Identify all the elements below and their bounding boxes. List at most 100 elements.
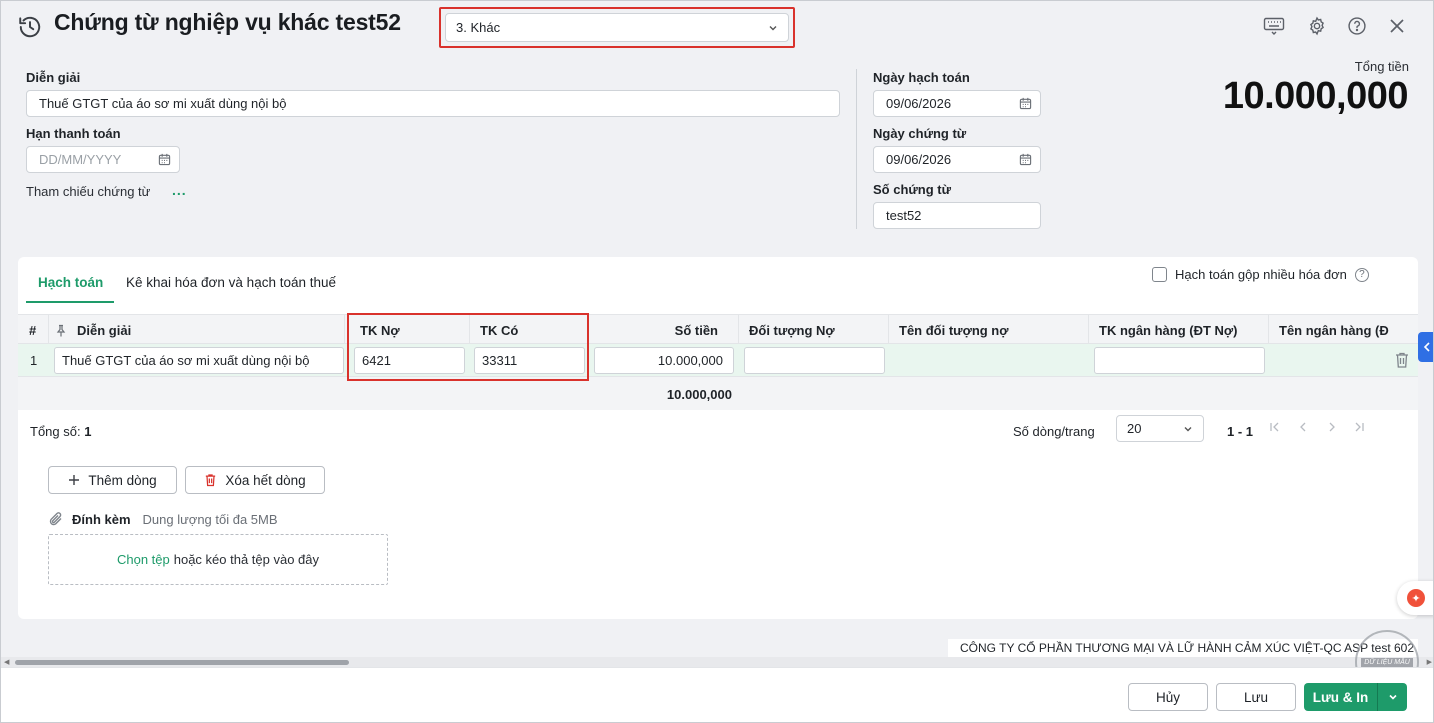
so-chung-tu-input[interactable]: test52 [873, 202, 1041, 229]
tab-hach-toan[interactable]: Hạch toán [38, 275, 103, 290]
close-icon[interactable] [1386, 15, 1408, 37]
han-thanh-toan-placeholder: DD/MM/YYYY [39, 152, 122, 167]
row-dien-giai-input[interactable]: Thuế GTGT của áo sơ mi xuất dùng nội bộ [54, 347, 344, 374]
ai-assistant-button[interactable]: ✦ [1397, 581, 1433, 615]
ngay-chung-tu-input[interactable]: 09/06/2026 [873, 146, 1041, 173]
save-print-dropdown[interactable] [1378, 683, 1407, 711]
tong-tien-value: 10.000,000 [1222, 75, 1409, 117]
side-panel-toggle[interactable] [1418, 332, 1433, 362]
col-index: # [18, 315, 49, 345]
table-summary-row: 10.000,000 [18, 377, 1418, 410]
ngay-hach-toan-label: Ngày hạch toán [873, 70, 970, 85]
col-dien-giai: Diễn giải [49, 315, 345, 345]
ngay-chung-tu-value: 09/06/2026 [886, 152, 952, 167]
col-doi-tuong-no: Đối tượng Nợ [739, 315, 889, 345]
so-chung-tu-label: Số chứng từ [873, 182, 952, 197]
type-select-highlight: 3. Khác [439, 7, 795, 48]
ngay-hach-toan-input[interactable]: 09/06/2026 [873, 90, 1041, 117]
plus-icon [69, 475, 80, 485]
sum-so-tien: 10.000,000 [666, 387, 732, 402]
voucher-type-value: 3. Khác [456, 20, 501, 35]
history-icon[interactable] [17, 14, 43, 40]
footer-bar: Hủy Lưu Lưu & In [1, 667, 1433, 722]
calendar-icon[interactable] [1019, 153, 1032, 166]
delete-row-icon[interactable] [1394, 351, 1410, 369]
merge-invoices-checkbox[interactable] [1152, 267, 1167, 282]
calendar-icon[interactable] [1019, 97, 1032, 110]
row-tk-co-input[interactable]: 33311 [474, 347, 585, 374]
pin-icon[interactable] [55, 324, 67, 337]
rows-per-page-label: Số dòng/trang [1013, 424, 1095, 439]
attachment-header: Đính kèm Dung lượng tối đa 5MB [48, 511, 278, 527]
prev-page-icon[interactable] [1297, 421, 1309, 433]
save-print-label[interactable]: Lưu & In [1304, 683, 1378, 711]
row-index: 1 [30, 353, 38, 368]
company-name: CÔNG TY CỔ PHẦN THƯƠNG MẠI VÀ LỮ HÀNH CẢ… [948, 639, 1418, 657]
help-icon[interactable] [1346, 15, 1368, 37]
tham-chieu-label: Tham chiếu chứng từ [26, 184, 151, 199]
row-tk-no-value: 6421 [362, 353, 391, 368]
tab-ke-khai-hoa-don[interactable]: Kê khai hóa đơn và hạch toán thuế [126, 275, 336, 290]
calendar-icon[interactable] [158, 153, 171, 166]
sparkle-icon: ✦ [1407, 589, 1425, 607]
delete-all-rows-label: Xóa hết dòng [225, 472, 306, 488]
add-row-button[interactable]: Thêm dòng [48, 466, 177, 494]
gear-icon[interactable] [1306, 15, 1328, 37]
merge-invoices-label: Hạch toán gộp nhiều hóa đơn [1175, 267, 1347, 282]
so-chung-tu-value: test52 [886, 208, 922, 223]
active-tab-indicator [26, 301, 114, 303]
detail-card: Hạch toán Kê khai hóa đơn và hạch toán t… [18, 257, 1418, 619]
scroll-right-icon[interactable]: ▶ [1427, 658, 1432, 666]
first-page-icon[interactable] [1269, 421, 1281, 433]
dien-giai-input[interactable]: Thuế GTGT của áo sơ mi xuất dùng nội bộ [26, 90, 840, 117]
table-header: # Diễn giải TK Nợ TK Có Số tiền Đối tượn… [18, 314, 1418, 345]
trash-icon [206, 474, 216, 487]
voucher-window: Chứng từ nghiệp vụ khác test52 3. Khác D… [0, 0, 1434, 723]
dien-giai-value: Thuế GTGT của áo sơ mi xuất dùng nội bộ [39, 96, 287, 111]
col-tk-ngan-hang: TK ngân hàng (ĐT Nợ) [1089, 315, 1269, 345]
merge-invoices-option: Hạch toán gộp nhiều hóa đơn ? [1152, 267, 1369, 282]
row-tk-ngan-hang-input[interactable] [1094, 347, 1265, 374]
ngay-hach-toan-value: 09/06/2026 [886, 96, 952, 111]
cancel-button[interactable]: Hủy [1128, 683, 1208, 711]
horizontal-scrollbar[interactable]: ◀ ▶ [1, 657, 1433, 667]
rows-per-page-value: 20 [1127, 421, 1142, 436]
row-so-tien-input[interactable]: 10.000,000 [594, 347, 734, 374]
tham-chieu-more-button[interactable]: ... [172, 182, 187, 198]
row-dien-giai-value: Thuế GTGT của áo sơ mi xuất dùng nội bộ [62, 353, 310, 368]
col-ten-ngan-hang: Tên ngân hàng (Đ [1279, 322, 1389, 338]
rows-per-page-select[interactable]: 20 [1116, 415, 1204, 442]
scrollbar-thumb[interactable] [15, 660, 349, 665]
row-doi-tuong-no-input[interactable] [744, 347, 885, 374]
form-divider [856, 69, 857, 229]
keyboard-icon[interactable] [1263, 15, 1285, 37]
help-icon[interactable]: ? [1354, 267, 1369, 282]
chevron-down-icon [1388, 694, 1397, 700]
next-page-icon[interactable] [1326, 421, 1338, 433]
scroll-left-icon[interactable]: ◀ [4, 658, 9, 666]
row-tk-no-input[interactable]: 6421 [354, 347, 465, 374]
add-row-label: Thêm dòng [88, 472, 157, 488]
voucher-type-select[interactable]: 3. Khác [445, 13, 789, 42]
sample-data-stamp-text: DỮ LIỆU MẪU [1361, 657, 1413, 667]
save-print-button[interactable]: Lưu & In [1304, 683, 1407, 711]
col-tk-no: TK Nợ [345, 315, 470, 345]
chevron-down-icon [769, 25, 777, 30]
drop-hint: hoặc kéo thả tệp vào đây [173, 552, 320, 567]
save-button[interactable]: Lưu [1216, 683, 1296, 711]
last-page-icon[interactable] [1353, 421, 1365, 433]
file-dropzone[interactable]: Chọn tệp hoặc kéo thả tệp vào đây [48, 534, 388, 585]
table-row: 1 Thuế GTGT của áo sơ mi xuất dùng nội b… [18, 344, 1418, 377]
col-so-tien: Số tiền [589, 315, 739, 345]
paperclip-icon [49, 512, 62, 526]
page-range: 1 - 1 [1227, 424, 1254, 439]
attachment-hint: Dung lượng tối đa 5MB [142, 511, 278, 527]
row-so-tien-value: 10.000,000 [657, 353, 723, 368]
han-thanh-toan-input[interactable]: DD/MM/YYYY [26, 146, 180, 173]
delete-all-rows-button[interactable]: Xóa hết dòng [185, 466, 325, 494]
col-tk-co: TK Có [470, 315, 589, 345]
page-title: Chứng từ nghiệp vụ khác test52 [54, 9, 401, 35]
choose-file-link[interactable]: Chọn tệp [117, 552, 170, 567]
total-count-value: 1 [84, 424, 92, 439]
chevron-left-icon [1423, 342, 1430, 352]
